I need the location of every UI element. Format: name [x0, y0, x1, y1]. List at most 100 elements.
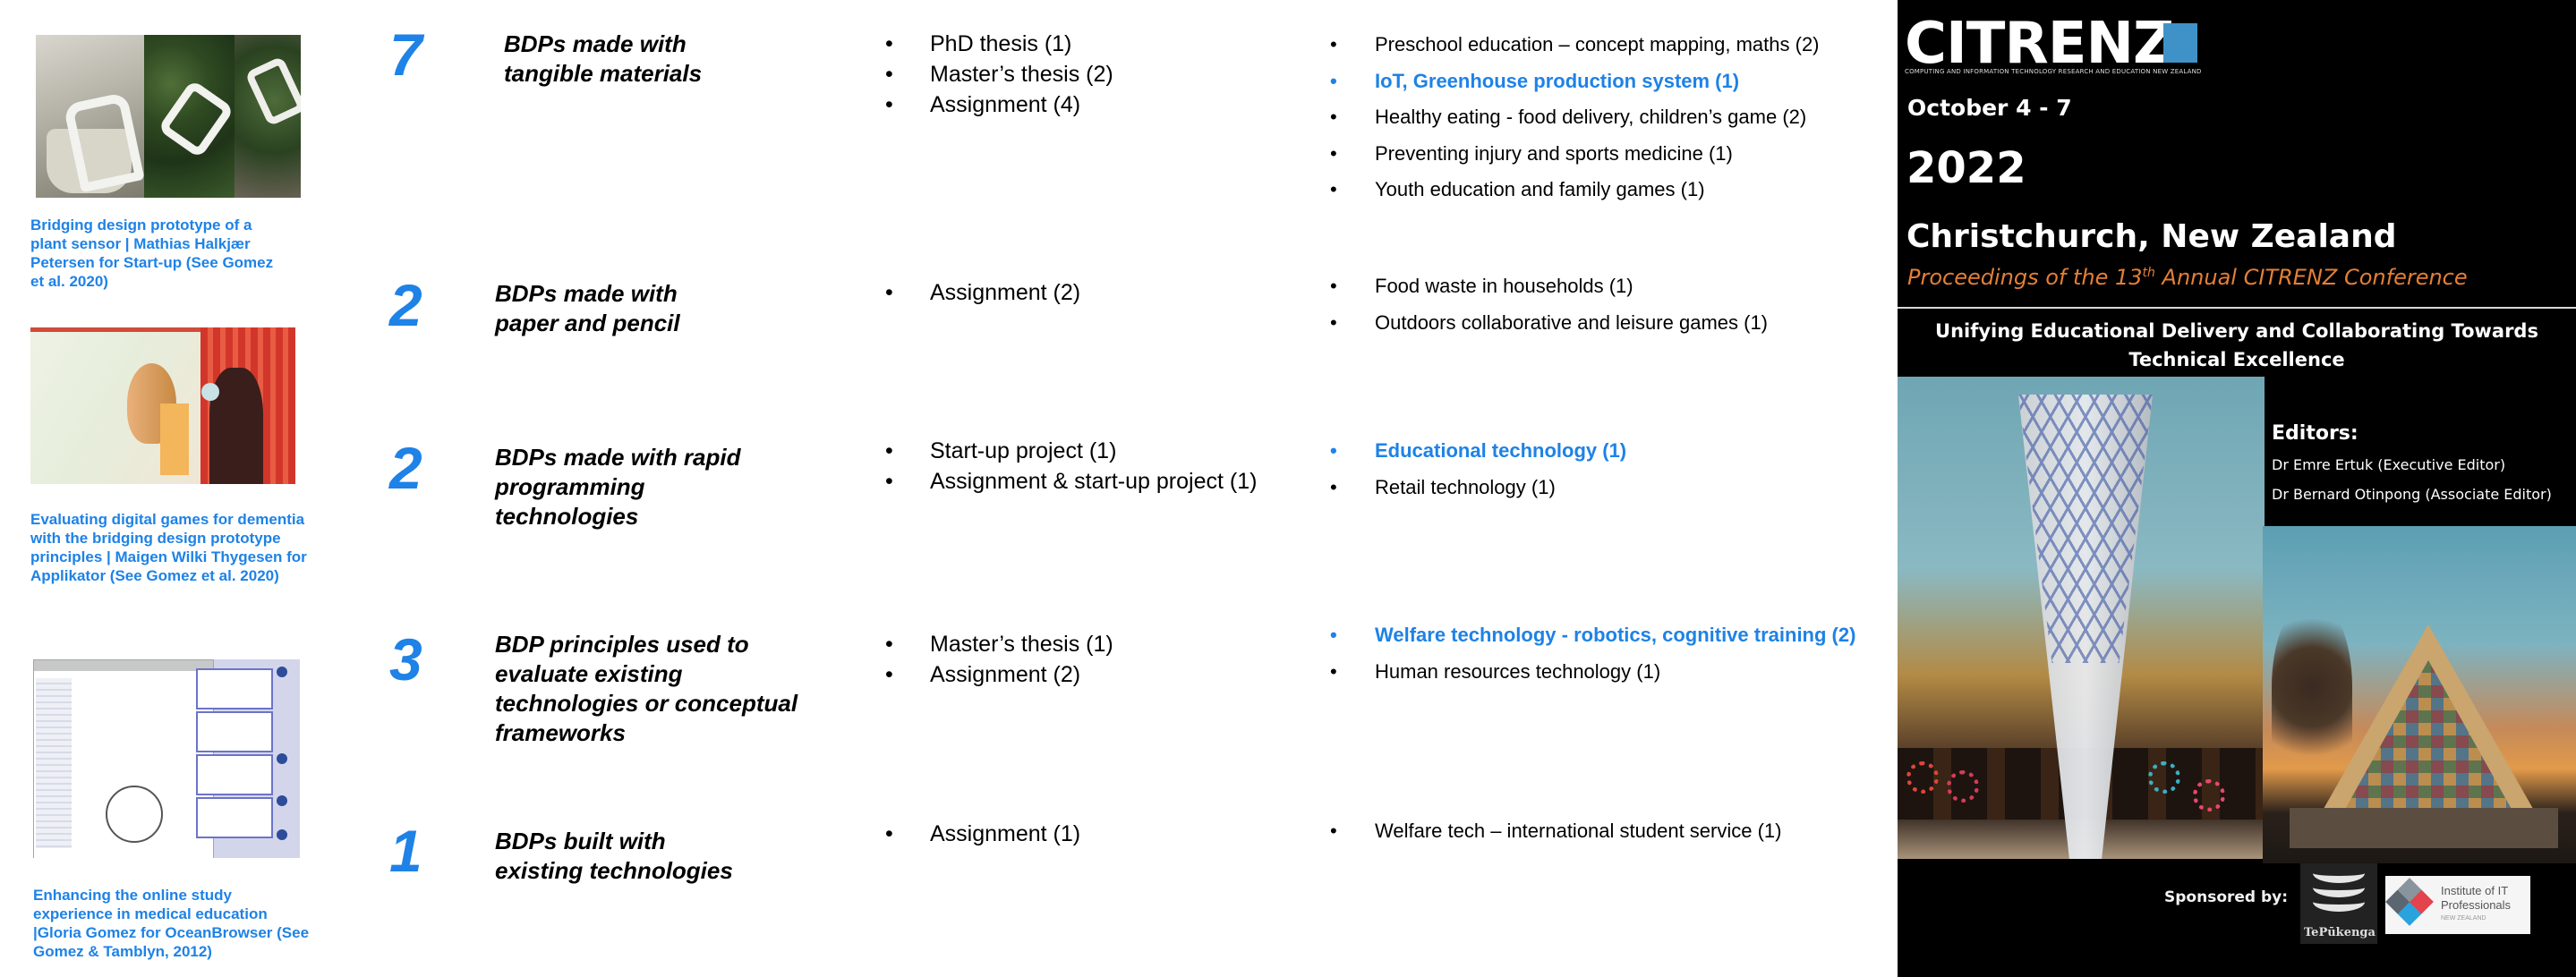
game-buttons	[160, 404, 189, 475]
domain-list: • Educational technology (1) • Retail tech…	[1330, 433, 1626, 505]
divider	[1898, 307, 2576, 309]
bdp-category-heading: BDP principles used to evaluate existing…	[495, 630, 798, 748]
bullet-icon: •	[1330, 178, 1337, 200]
itp-label: Institute of IT	[2441, 884, 2509, 897]
bullet-icon: •	[1330, 659, 1337, 683]
list-item-highlighted: • IoT, Greenhouse production system (1)	[1330, 64, 1820, 100]
heading-line: tangible materials	[504, 60, 703, 87]
person-silhouette	[209, 368, 263, 484]
logo-subtitle: COMPUTING AND INFORMATION TECHNOLOGY RES…	[1905, 68, 2202, 75]
list-item: • Assignment (2)	[885, 659, 1113, 690]
callout-panel	[196, 711, 273, 752]
heading-line: technologies or conceptual	[495, 690, 798, 717]
ordinal-suffix: th	[2142, 266, 2155, 280]
bullet-icon: •	[1330, 141, 1337, 165]
step-badge-icon	[277, 795, 287, 806]
bdp-count: 2	[389, 272, 422, 338]
domain-list: • Preschool education – concept mapping, …	[1330, 27, 1820, 208]
proceedings-text: Annual CITRENZ Conference	[2154, 265, 2468, 290]
bullet-icon: •	[885, 469, 893, 494]
list-item-text: Educational technology (1)	[1375, 439, 1627, 462]
step-badge-icon	[277, 829, 287, 840]
list-item-text: Outdoors collaborative and leisure games…	[1375, 310, 1769, 334]
list-item-text: Assignment (4)	[930, 92, 1081, 117]
list-item: • Assignment (1)	[885, 819, 1080, 849]
bullet-icon: •	[885, 31, 893, 56]
browser-titlebar	[34, 660, 213, 671]
domain-list: • Food waste in households (1) • Outdoors …	[1330, 268, 1768, 341]
logo-chevron-icon	[2313, 892, 2365, 912]
list-item-text: Master’s thesis (1)	[930, 632, 1113, 657]
bullet-icon: •	[1330, 310, 1337, 334]
thumbnail-caption: Evaluating digital games for dementia wi…	[30, 511, 307, 584]
list-item-text: Assignment (2)	[930, 662, 1081, 687]
list-item-text: Healthy eating - food delivery, children…	[1375, 106, 1807, 128]
bullet-icon: •	[1330, 106, 1337, 128]
list-item: • Start-up project (1)	[885, 436, 1257, 466]
list-item: • Preventing injury and sports medicine (…	[1330, 136, 1820, 173]
heading-line: programming	[495, 473, 645, 500]
thumbnail-caption: Bridging design prototype of a plant sen…	[30, 217, 274, 290]
domain-list: • Welfare tech – international student se…	[1330, 813, 1782, 850]
list-item: • Assignment (2)	[885, 277, 1080, 308]
bullet-icon: •	[1330, 624, 1337, 646]
tree	[2272, 598, 2352, 777]
bullet-icon: •	[885, 280, 893, 305]
plant-sensor-prototype-image	[36, 35, 301, 198]
heading-line: BDPs built with	[495, 828, 666, 854]
heading-line: evaluate existing	[495, 660, 683, 687]
eye-diagram	[106, 786, 163, 843]
conference-year: 2022	[1906, 143, 2026, 193]
project-type-list: • Master’s thesis (1) • Assignment (2)	[885, 629, 1113, 690]
bullet-icon: •	[885, 92, 893, 117]
step-badge-icon	[277, 667, 287, 677]
heading-line: BDPs made with rapid	[495, 444, 741, 471]
citrenz-logo: CITRENZ	[1905, 11, 2174, 77]
heading-line: paper and pencil	[495, 310, 680, 336]
mural-flower	[1906, 761, 1939, 794]
bullet-icon: •	[1330, 820, 1337, 842]
bullet-icon: •	[1330, 475, 1337, 498]
list-item: • Healthy eating - food delivery, childre…	[1330, 99, 1820, 136]
itp-diamond-icon	[2385, 878, 2434, 926]
face-blur	[201, 383, 219, 401]
tepukenga-logo: TePūkenga	[2300, 863, 2377, 944]
editor-name: Dr Bernard Otinpong (Associate Editor)	[2272, 486, 2552, 503]
bdp-category-heading: BDPs built with existing technologies	[495, 827, 733, 886]
proceedings-title: Proceedings of the 13th Annual CITRENZ C…	[1907, 265, 2468, 290]
list-item-text: Start-up project (1)	[930, 438, 1117, 463]
logo-square-icon	[2163, 23, 2197, 63]
list-item: • Human resources technology (1)	[1330, 654, 1855, 691]
thumbnail-caption: Enhancing the online study experience in…	[33, 887, 310, 960]
callout-panel	[196, 668, 273, 709]
list-item-text: Retail technology (1)	[1375, 475, 1556, 498]
project-type-list: • Assignment (1)	[885, 819, 1080, 849]
list-item: • Outdoors collaborative and leisure game…	[1330, 305, 1768, 342]
heading-line: technologies	[495, 503, 639, 530]
heading-line: BDP principles used to	[495, 631, 749, 658]
chalice-sculpture-photo	[1898, 377, 2265, 859]
list-item: • PhD thesis (1)	[885, 29, 1113, 59]
bdp-category-heading: BDPs made with tangible materials	[504, 30, 702, 89]
proceedings-text: Proceedings of the 13	[1907, 265, 2143, 290]
bdp-count: 2	[389, 435, 422, 501]
bullet-icon: •	[885, 438, 893, 463]
conference-theme: Unifying Educational Delivery and Collab…	[1935, 320, 2538, 370]
bullet-icon: •	[885, 632, 893, 657]
project-type-list: • PhD thesis (1) • Master’s thesis (2) • As…	[885, 29, 1113, 120]
list-item-text: Human resources technology (1)	[1375, 659, 1661, 683]
list-item-text: Assignment (2)	[930, 280, 1081, 305]
list-item: • Food waste in households (1)	[1330, 268, 1768, 305]
list-item-text: Welfare tech – international student ser…	[1375, 820, 1782, 842]
list-item: • Assignment (4)	[885, 89, 1113, 120]
bullet-icon: •	[885, 821, 893, 846]
list-item-text: Food waste in households (1)	[1375, 275, 1633, 297]
project-type-list: • Start-up project (1) • Assignment & star…	[885, 436, 1257, 497]
list-item-text: PhD thesis (1)	[930, 31, 1072, 56]
list-item: • Retail technology (1)	[1330, 470, 1626, 506]
bdp-count: 7	[389, 21, 422, 88]
conference-cover-panel: CITRENZ COMPUTING AND INFORMATION TECHNO…	[1898, 0, 2576, 977]
list-item-text: Youth education and family games (1)	[1375, 178, 1705, 200]
itp-logo: Institute of IT Professionals NEW ZEALAN…	[2385, 876, 2530, 934]
editors-heading: Editors:	[2272, 422, 2358, 445]
